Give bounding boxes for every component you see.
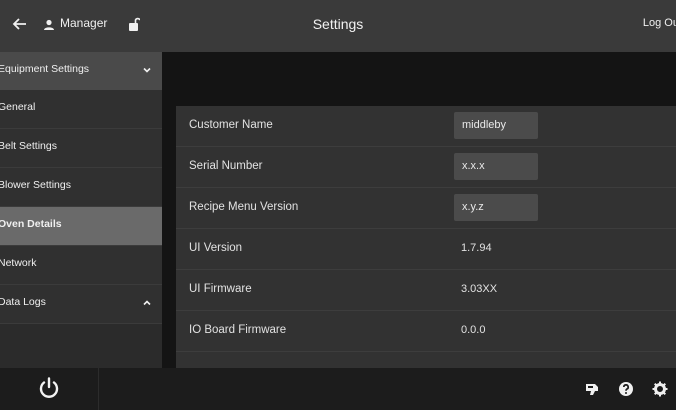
logout-button[interactable]: Log Out [643,17,676,29]
customer-name-field[interactable]: middleby [454,112,538,139]
detail-label: Serial Number [189,160,263,172]
sidebar-item-blower-settings[interactable]: Blower Settings [0,168,162,207]
sidebar-item-data-logs[interactable]: Data Logs [0,285,162,324]
serial-number-field[interactable]: x.x.x [454,153,538,180]
sidebar-item-oven-details[interactable]: Oven Details [0,207,162,246]
gear-icon[interactable] [652,381,668,397]
detail-label: UI Version [189,242,243,254]
sidebar-section-equipment-settings[interactable]: Equipment Settings [0,52,162,91]
recipe-menu-version-value: x.y.z [462,201,484,213]
chevron-up-icon [143,300,151,306]
service-icon[interactable] [584,381,600,397]
detail-row-recipe-menu-version: Recipe Menu Version x.y.z [176,188,676,229]
sidebar-item-belt-settings[interactable]: Belt Settings [0,129,162,168]
detail-row-io-board-firmware: IO Board Firmware 0.0.0 [176,311,676,352]
io-board-firmware-value: 0.0.0 [461,324,486,336]
chevron-down-icon [143,67,151,73]
sidebar-item-label: Blower Settings [0,179,71,191]
detail-label: Customer Name [189,119,273,131]
detail-row-customer-name: Customer Name middleby [176,106,676,147]
detail-label: IO Board Firmware [189,324,287,336]
detail-label: UI Firmware [189,283,252,295]
sidebar-item-label: Belt Settings [0,140,57,152]
recipe-menu-version-field[interactable]: x.y.z [454,194,538,221]
sidebar-section-label: Equipment Settings [0,63,90,75]
sidebar-item-label: Network [0,257,37,269]
page-title: Settings [312,16,364,32]
sidebar: Equipment Settings General Belt Settings… [0,52,162,368]
sidebar-item-label: Data Logs [0,296,46,308]
bottom-bar [0,368,676,410]
ui-version-value: 1.7.94 [461,242,492,254]
help-icon[interactable] [618,381,634,397]
top-bar: Manager Settings Log Out [0,0,676,52]
detail-row-serial-number: Serial Number x.x.x [176,147,676,188]
sidebar-item-label: Oven Details [0,218,62,230]
detail-row-ui-firmware: UI Firmware 3.03XX [176,270,676,311]
sidebar-item-label: General [0,101,36,113]
power-icon [39,377,59,398]
power-button[interactable] [0,368,99,410]
ui-firmware-value: 3.03XX [461,283,498,295]
customer-name-value: middleby [462,119,507,131]
detail-row-ui-version: UI Version 1.7.94 [176,229,676,270]
sidebar-item-network[interactable]: Network [0,246,162,285]
sidebar-item-general[interactable]: General [0,90,162,129]
serial-number-value: x.x.x [462,160,485,172]
detail-label: Recipe Menu Version [189,201,299,213]
